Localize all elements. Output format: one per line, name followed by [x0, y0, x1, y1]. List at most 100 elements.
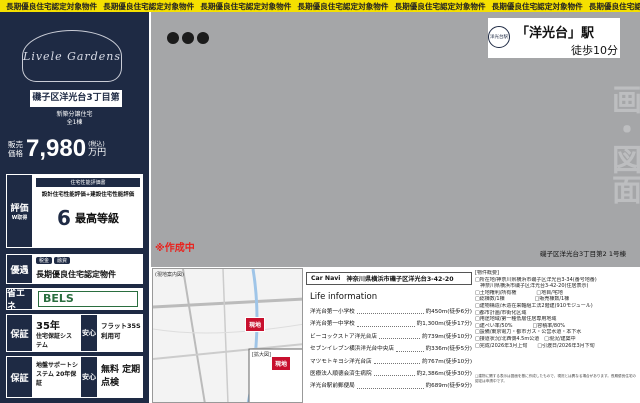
free-inspection: 無料 定期点検 [101, 365, 141, 388]
life-item-name: マツモトキヨシ洋光台店 [310, 358, 372, 365]
spec-line: □都市計画/市街化区域 [475, 309, 527, 316]
dots-decoration [167, 32, 212, 44]
left-panel: Livele Gardens 磯子区洋光台3丁目第2 新築分譲住宅 全1棟 販売… [0, 12, 149, 403]
leader-dots [356, 318, 415, 327]
site-pin: 現地 [245, 317, 266, 332]
life-item-name: セブンイレブン横浜洋光台中央店 [310, 346, 394, 353]
car-navi-address: 神奈川県横浜市磯子区洋光台3-42-20 [346, 276, 454, 283]
hosho2-tag: 保証 [6, 356, 33, 398]
grade-text: 最高等級 [74, 212, 119, 225]
life-item: 洋光台第一中学校 約1,300m(徒歩17分) [310, 318, 472, 330]
hosho2-tag2: 安心 [80, 356, 98, 398]
eval-tag-text: 評価 [10, 204, 29, 214]
banner-text: 長期優良住宅認定対象物件 [200, 1, 292, 11]
station-name: 「洋光台」駅 [516, 26, 595, 41]
yusen-section: 優遇 税金 融資 長期優良住宅認定物件 [6, 254, 143, 284]
banner-text: 長期優良住宅認定対象物件 [588, 1, 640, 11]
price-unit-text: 万円 [88, 147, 107, 158]
shoene-tag: 省エネ [6, 288, 33, 312]
railway-icon: 洋光台駅 [488, 26, 510, 48]
spec-line: □接道状況/北西側4.5m公道 □現況/建築中 [475, 335, 576, 342]
property-name: 磯子区洋光台3丁目第2 [30, 90, 122, 120]
leader-dots [356, 306, 424, 315]
banner-text: 長期優良住宅認定対象物件 [6, 1, 98, 11]
zoom-label: [拡大図] [252, 352, 271, 358]
yusen-badge: 税金 [36, 257, 53, 264]
under-construction-note: ※作成中 [155, 243, 195, 254]
life-item-distance: 約336m(徒歩5分) [425, 346, 472, 353]
site-pin-zoom: 現地 [271, 356, 292, 371]
banner-text: 長期優良住宅認定対象物件 [491, 1, 583, 11]
station-box: 洋光台駅 「洋光台」駅 徒歩10分 [488, 18, 620, 58]
life-item: マツモトキヨシ洋光台店 約767m(徒歩10分) [310, 356, 472, 368]
hosho2-section: 保証 地盤サポートシステム 20年保証 安心 無料 定期点検 [6, 356, 143, 398]
shoene-section: 省エネ BELS [6, 288, 143, 312]
hosho1-years: 35年 [36, 321, 60, 332]
unit-count: 全1棟 [66, 119, 83, 126]
life-info-title: Life information [310, 292, 378, 302]
life-item: セブンイレブン横浜洋光台中央店 約336m(徒歩5分) [310, 343, 472, 355]
area-map: (現地案内図) [拡大図] 現地 現地 [152, 268, 303, 403]
spec-lines: □所在地/神奈川県横浜市磯子区洋光台3-34(番号地番) 神奈川県横浜市磯子区洋… [475, 277, 637, 350]
spec-line: □総棟数/1棟 □販売棟数/1棟 [475, 296, 570, 303]
car-navi: Car Navi 神奈川県横浜市磯子区洋光台3-42-20 [306, 272, 472, 285]
banner-text: 長期優良住宅認定対象物件 [394, 1, 486, 11]
life-item: 医療法人順德会済生病院 約2,386m(徒歩30分) [310, 368, 472, 380]
map-roads [153, 269, 302, 402]
spec-notes: □建物に関する表示は図面を基に作成したもので、現況とは異なる場合があります。長期… [475, 374, 637, 383]
brand-logo: Livele Gardens [22, 30, 122, 82]
hosho1-section: 保証 35年 住宅保証システム 安心 フラット35S 利用可 [6, 314, 143, 352]
car-navi-label: Car Navi [311, 275, 341, 282]
life-item-name: 洋光台駅前郵便局 [310, 383, 355, 390]
spec-line: □設備/東京電力・都市ガス・公営水道・本下水 [475, 329, 582, 336]
yusen-badge: 融資 [54, 257, 71, 264]
life-item-distance: 約689m(徒歩9分) [425, 383, 472, 390]
price-box: 販売価格 7,980 (税込) 万円 [8, 132, 143, 166]
spec-line: □土地権利/所有権 □地目/宅地 [475, 289, 563, 296]
life-item: ビーコックストア洋光台店 約739m(徒歩10分) [310, 331, 472, 343]
life-item-distance: 約739m(徒歩10分) [422, 333, 472, 340]
banner-text: 長期優良住宅認定対象物件 [103, 1, 195, 11]
eval-line2: 設計住宅性能評価+建設住宅性能評価 [41, 192, 135, 198]
spec-title: [物件概要] [475, 270, 499, 276]
leader-dots [373, 356, 421, 365]
grade-number: 6 [57, 206, 71, 230]
spec-line: □建物構造/木造在来軸組工法2階建(910モジュール) [475, 302, 593, 309]
spec-line: □用途地域/第一種低層住居専用地域 [475, 316, 557, 323]
yusen-tag: 優遇 [6, 254, 33, 284]
spec-line: □建ぺい率/50% □容積率/80% [475, 322, 566, 329]
price-unit: (税込) 万円 [88, 141, 106, 158]
flat35-text: フラット35S 利用可 [101, 322, 141, 340]
map-label: (現地案内図) [155, 272, 184, 278]
hosho1-tag2: 安心 [80, 314, 98, 352]
banner-text: 長期優良住宅認定対象物件 [297, 1, 389, 11]
eval-section: 評価 W取得 住宅性能評価書 設計住宅性能評価+建設住宅性能評価 6 最高等級 [6, 174, 143, 248]
promo-banner: 長期優良住宅認定対象物件 長期優良住宅認定対象物件 長期優良住宅認定対象物件 長期優良… [0, 0, 640, 12]
tax-note: (税込) [88, 140, 105, 148]
leader-dots [373, 368, 415, 377]
life-item-distance: 約450m(徒歩6分) [425, 309, 472, 315]
price-label: 販売価格 [8, 140, 23, 158]
life-item-distance: 約1,300m(徒歩17分) [416, 321, 472, 328]
price-value: 7,980 [26, 135, 87, 162]
leader-dots [395, 343, 424, 352]
life-item-name: ビーコックストア洋光台店 [310, 333, 377, 340]
life-info-list: 洋光台第一小学校 約450m(徒歩6分) 洋光台第一中学校 約1,300m(徒歩17分… [310, 306, 472, 393]
hosho1-tag: 保証 [6, 314, 33, 352]
photo-caption: 磯子区洋光台3丁目第2 1号棟 [540, 250, 626, 258]
vertical-watermark: 画・図面 [606, 84, 640, 204]
spec-line: □完成/2026年3月上旬 □引渡日/2026年3月下旬 [475, 342, 595, 349]
life-item-distance: 約2,386m(徒歩30分) [416, 371, 472, 378]
life-item: 洋光台第一小学校 約450m(徒歩6分) [310, 306, 472, 318]
yusen-badges: 税金 融資 [36, 257, 71, 264]
hosho2-text: 地盤サポートシステム 20年保証 [36, 362, 79, 387]
life-item-name: 医療法人順德会済生病院 [310, 371, 372, 378]
eval-tag: 評価 W取得 [6, 174, 33, 248]
spec-line: □所在地/神奈川県横浜市磯子区洋光台3-34(番号地番) [475, 276, 597, 283]
yusen-text: 長期優良住宅認定物件 [36, 270, 116, 279]
life-item-name: 洋光台第一小学校 [310, 309, 355, 315]
eval-sub: W取得 [11, 215, 28, 221]
eval-line1: 住宅性能評価書 [36, 178, 140, 187]
life-item: 洋光台駅前郵便局 約689m(徒歩9分) [310, 380, 472, 392]
life-item-name: 洋光台第一中学校 [310, 321, 355, 328]
